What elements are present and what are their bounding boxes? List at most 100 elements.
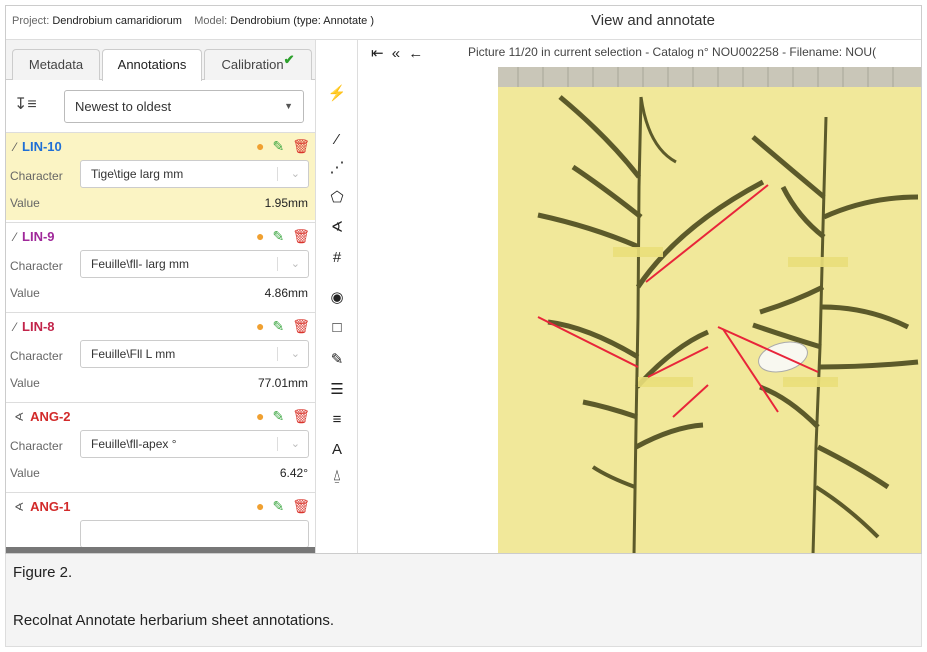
- annotation-card[interactable]: ⁄ LIN-10 ● ✎ 🗑 Character Tige\tige larg mm ⌄ Val…: [6, 132, 315, 220]
- measurement-value: 4.86mm: [264, 286, 308, 300]
- annotation-id: ANG-2: [30, 409, 71, 424]
- tag-icon[interactable]: ●: [256, 228, 264, 244]
- select-separator: [277, 167, 278, 181]
- trash-icon[interactable]: 🗑: [292, 318, 310, 334]
- first-picture-button[interactable]: ⇤: [371, 45, 386, 62]
- character-value: Feuille\fll-apex °: [91, 437, 177, 451]
- annotation-header: ⁄ LIN-10: [14, 139, 62, 154]
- image-viewer: ⇤ « ← Picture 11/20 in current selection…: [358, 40, 922, 554]
- character-select[interactable]: Tige\tige larg mm ⌄: [80, 160, 309, 188]
- character-label: Character: [10, 349, 63, 363]
- annotation-id: ANG-1: [30, 499, 71, 514]
- character-select[interactable]: Feuille\Fll L mm ⌄: [80, 340, 309, 368]
- herbarium-sheet-image[interactable]: [498, 67, 922, 554]
- project-label: Project:: [12, 15, 50, 27]
- back-many-button[interactable]: «: [392, 45, 402, 62]
- check-icon: ✔: [283, 52, 295, 67]
- edit-icon[interactable]: ✎: [272, 498, 284, 514]
- character-select[interactable]: Feuille\fll-apex ° ⌄: [80, 430, 309, 458]
- annotation-card[interactable]: ⁄ LIN-8 ● ✎ 🗑 Character Feuille\Fll L mm ⌄ Value…: [6, 312, 315, 400]
- figure-text: Recolnat Annotate herbarium sheet annota…: [13, 612, 335, 629]
- annotation-card[interactable]: ⁄ LIN-9 ● ✎ 🗑 Character Feuille\fll- larg mm ⌄ V…: [6, 222, 315, 310]
- line-icon: ⁄: [14, 320, 17, 334]
- line-icon: ⁄: [14, 140, 17, 154]
- annotation-toolbar: ⚡ ⁄ ⋰ ⬠ ∢ # ◉ □ ✎ ☰ ≡ A ⍙: [316, 40, 358, 553]
- character-select[interactable]: Feuille\fll- larg mm ⌄: [80, 250, 309, 278]
- annotation-card[interactable]: ∢ ANG-2 ● ✎ 🗑 Character Feuille\fll-apex ° ⌄ Val…: [6, 402, 315, 490]
- edit-icon[interactable]: ✎: [272, 138, 284, 154]
- annotation-header: ⁄ LIN-8: [14, 319, 55, 334]
- edit-icon[interactable]: ✎: [272, 228, 284, 244]
- text-icon[interactable]: A: [316, 438, 358, 462]
- value-label: Value: [10, 196, 40, 210]
- measurement-value: 6.42°: [279, 466, 308, 480]
- tag-icon[interactable]: ●: [256, 138, 264, 154]
- select-separator: [277, 437, 278, 451]
- angle-icon: ∢: [14, 410, 25, 424]
- tab-annotations[interactable]: Annotations: [102, 49, 202, 81]
- tag-icon[interactable]: ●: [256, 318, 264, 334]
- character-label: Character: [10, 169, 63, 183]
- annotation-header: ⁄ LIN-9: [14, 229, 55, 244]
- trash-icon[interactable]: 🗑: [292, 498, 310, 514]
- line-tool-icon[interactable]: ⁄: [316, 128, 358, 152]
- tag-icon[interactable]: ●: [256, 408, 264, 424]
- chevron-down-icon: ⌄: [290, 348, 300, 360]
- sort-descending-icon[interactable]: ↧≡: [14, 94, 37, 114]
- character-label: Character: [10, 439, 63, 453]
- figure-caption: Figure 2. Recolnat Annotate herbarium sh…: [5, 554, 922, 647]
- select-separator: [277, 257, 278, 271]
- character-select[interactable]: [80, 520, 309, 548]
- annotation-panel: Metadata Annotations Calibration✔ ↧≡ New…: [6, 40, 316, 553]
- chevron-down-icon: ⌄: [290, 168, 300, 180]
- panel-footer: [6, 547, 315, 553]
- annotation-actions: ● ✎ 🗑: [248, 228, 310, 245]
- annotation-card[interactable]: ∢ ANG-1 ● ✎ 🗑: [6, 492, 315, 553]
- list-icon[interactable]: ≡: [316, 408, 358, 432]
- chevron-down-icon: ⌄: [290, 438, 300, 450]
- tab-annotations-label: Annotations: [117, 57, 187, 72]
- trash-icon[interactable]: 🗑: [292, 228, 310, 244]
- model-name: Dendrobium (type: Annotate ): [230, 15, 374, 27]
- project-info: Project: Dendrobium camaridiorum Model: …: [12, 15, 374, 27]
- lightning-icon[interactable]: ⚡: [316, 82, 358, 106]
- inbox-icon[interactable]: ⍙: [316, 464, 358, 488]
- panel-tabs: Metadata Annotations Calibration✔: [6, 40, 315, 81]
- tag-icon[interactable]: ●: [256, 498, 264, 514]
- value-label: Value: [10, 376, 40, 390]
- chevron-down-icon: ▼: [284, 101, 293, 111]
- chevron-down-icon: ⌄: [290, 258, 300, 270]
- point-of-interest-icon[interactable]: ◉: [316, 286, 358, 310]
- polyline-tool-icon[interactable]: ⋰: [316, 156, 358, 180]
- sort-order-select[interactable]: Newest to oldest ▼: [64, 90, 304, 123]
- character-label: Character: [10, 259, 63, 273]
- tab-calibration-label: Calibration: [221, 57, 284, 72]
- edit-icon[interactable]: ✎: [272, 408, 284, 424]
- annotation-id: LIN-9: [22, 229, 55, 244]
- color-picker-icon[interactable]: ✎: [316, 348, 358, 372]
- trash-icon[interactable]: 🗑: [292, 138, 310, 154]
- tab-calibration[interactable]: Calibration✔: [204, 49, 312, 80]
- measurement-value: 77.01mm: [257, 376, 308, 390]
- rectangle-tool-icon[interactable]: □: [316, 316, 358, 340]
- ruler-strip: [498, 67, 921, 87]
- polygon-tool-icon[interactable]: ⬠: [316, 186, 358, 210]
- count-tool-icon[interactable]: #: [316, 246, 358, 270]
- edit-icon[interactable]: ✎: [272, 318, 284, 334]
- angle-tool-icon[interactable]: ∢: [316, 216, 358, 240]
- select-separator: [277, 347, 278, 361]
- previous-picture-button[interactable]: ←: [408, 45, 425, 62]
- tab-metadata[interactable]: Metadata: [12, 49, 100, 80]
- page: Project: Dendrobium camaridiorum Model: …: [0, 0, 927, 652]
- character-value: Feuille\fll- larg mm: [91, 257, 190, 271]
- sort-order-value: Newest to oldest: [75, 99, 172, 114]
- transcription-icon[interactable]: ☰: [316, 378, 358, 402]
- value-label: Value: [10, 466, 40, 480]
- angle-icon: ∢: [14, 500, 25, 514]
- figure-label: Figure 2.: [13, 564, 73, 581]
- annotation-header: ∢ ANG-2: [14, 409, 71, 424]
- picture-info: Picture 11/20 in current selection - Cat…: [468, 45, 877, 59]
- trash-icon[interactable]: 🗑: [292, 408, 310, 424]
- annotation-actions: ● ✎ 🗑: [248, 138, 310, 155]
- picture-navigation: ⇤ « ←: [371, 44, 425, 62]
